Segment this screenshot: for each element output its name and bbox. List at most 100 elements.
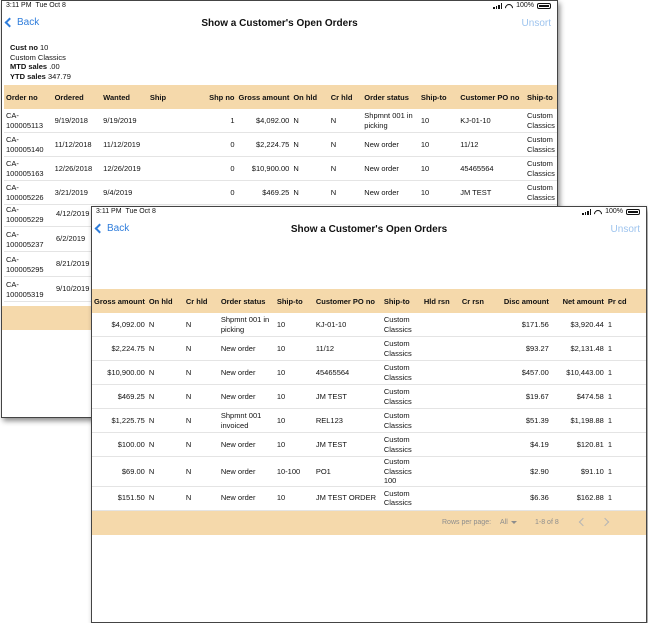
table-row[interactable]: $69.00 N N New order 10-100 PO1 Custom Classic… xyxy=(92,456,646,487)
rows-per-page-select[interactable]: All xyxy=(500,519,517,526)
table-cell: Shpmnt 001 invoiced xyxy=(218,408,275,433)
table-cell: $10,443.00 xyxy=(550,360,606,385)
column-header[interactable]: Order status xyxy=(362,85,419,109)
table-row[interactable]: $151.50 N N New order 10 JM TEST ORDER Custom … xyxy=(92,486,646,511)
unsort-button[interactable]: Unsort xyxy=(522,18,551,29)
table-cell: 11/12 xyxy=(458,132,526,157)
table-cell: 10 xyxy=(274,486,314,511)
column-header[interactable]: Ordered xyxy=(52,85,102,109)
table-row[interactable]: CA-100005163 12/26/2018 12/26/2019 0 $10,900… xyxy=(4,156,557,181)
table-cell: CA-100005295 xyxy=(6,255,44,274)
table-cell: 12/26/2018 xyxy=(52,156,102,181)
table-cell: 6/2/2019 xyxy=(56,234,86,243)
table-cell xyxy=(459,384,493,409)
table-cell: New order xyxy=(218,360,275,385)
column-header[interactable]: Ship-to xyxy=(525,85,557,109)
table-cell: Custom Classics xyxy=(525,109,557,133)
table-cell: N xyxy=(183,360,219,385)
wifi-icon xyxy=(594,209,602,215)
table-cell: JM TEST xyxy=(313,432,382,457)
battery-percent: 100% xyxy=(605,208,623,215)
table-cell: N xyxy=(291,109,329,133)
table-cell: Custom Classics xyxy=(525,132,557,157)
table-cell xyxy=(147,109,191,133)
table-row[interactable]: CA-100005295 8/21/2019 xyxy=(4,252,92,277)
table-row[interactable]: CA-100005113 9/19/2018 9/19/2019 1 $4,092.00… xyxy=(4,109,557,133)
table-row[interactable]: $10,900.00 N N New order 10 45465564 Custom Cl… xyxy=(92,360,646,385)
table-row[interactable]: $4,092.00 N N Shpmnt 001 in picking 10 KJ-01-… xyxy=(92,313,646,337)
column-header[interactable]: Shp no xyxy=(190,85,237,109)
table-cell: $10,900.00 xyxy=(236,156,292,181)
column-header[interactable]: Ship-to xyxy=(274,289,314,313)
battery-icon xyxy=(626,209,640,215)
table-cell: $469.25 xyxy=(92,384,147,409)
table-cell: 1 xyxy=(605,360,646,385)
table-cell: Custom Classics xyxy=(381,360,422,385)
table-cell xyxy=(459,360,493,385)
column-header[interactable]: Cr rsn xyxy=(459,289,493,313)
table-cell: $100.00 xyxy=(92,432,147,457)
table-cell: JM TEST xyxy=(458,180,526,205)
column-header[interactable]: Disc amount xyxy=(492,289,551,313)
table-row[interactable]: CA-100005319 9/10/2019 xyxy=(4,277,92,302)
chevron-left-icon[interactable] xyxy=(578,517,588,527)
wifi-icon xyxy=(505,3,513,9)
table-row[interactable]: CA-100005237 6/2/2019 xyxy=(4,227,92,252)
table-cell: CA-100005229 xyxy=(6,205,44,224)
status-time: 3:11 PM Tue Oct 8 xyxy=(6,2,66,9)
column-header[interactable]: Gross amount xyxy=(236,85,292,109)
table-cell: JM TEST xyxy=(313,384,382,409)
table-cell: $120.81 xyxy=(550,432,606,457)
column-header[interactable]: Customer PO no xyxy=(313,289,382,313)
column-header[interactable]: Ship-to xyxy=(418,85,459,109)
battery-icon xyxy=(537,3,551,9)
column-header[interactable]: Order no xyxy=(4,85,53,109)
column-header[interactable]: Pr cd xyxy=(605,289,646,313)
column-header[interactable]: Gross amount xyxy=(92,289,147,313)
column-header[interactable]: Ship xyxy=(147,85,191,109)
table-cell: 10 xyxy=(274,384,314,409)
table-cell: $1,225.75 xyxy=(92,408,147,433)
table-cell: CA-100005113 xyxy=(4,109,53,133)
table-row[interactable]: $1,225.75 N N Shpmnt 001 invoiced 10 REL123 Cu… xyxy=(92,408,646,433)
table-row[interactable]: $469.25 N N New order 10 JM TEST Custom Classi… xyxy=(92,384,646,409)
column-header[interactable]: Wanted xyxy=(101,85,148,109)
column-header[interactable]: Customer PO no xyxy=(458,85,526,109)
column-header[interactable]: Cr hld xyxy=(328,85,363,109)
status-bar: 3:11 PM Tue Oct 8 100% xyxy=(2,1,557,11)
table-cell: N xyxy=(183,408,219,433)
table-cell: 11/12/2018 xyxy=(52,132,102,157)
table-row[interactable]: $2,224.75 N N New order 10 11/12 Custom Classi… xyxy=(92,336,646,361)
signal-icon xyxy=(582,209,592,215)
table-cell: Custom Classics xyxy=(525,180,557,205)
orders-window-front: 3:11 PM Tue Oct 8 100% Back Show a Custo… xyxy=(91,206,647,623)
table-cell: 1 xyxy=(605,432,646,457)
column-header[interactable]: Net amount xyxy=(550,289,606,313)
column-header[interactable]: Ship-to xyxy=(381,289,422,313)
table-cell: $3,920.44 xyxy=(550,313,606,337)
table-row[interactable]: CA-100005226 3/21/2019 9/4/2019 0 $469.25 N N N… xyxy=(4,180,557,205)
table-cell: N xyxy=(146,432,184,457)
table-row[interactable]: CA-100005229 4/12/2019 xyxy=(4,202,92,227)
column-header[interactable]: On hld xyxy=(146,289,184,313)
table-cell: $93.27 xyxy=(492,336,551,361)
table-row[interactable]: $100.00 N N New order 10 JM TEST Custom Classi… xyxy=(92,432,646,457)
table-cell: N xyxy=(183,486,219,511)
column-header[interactable]: Order status xyxy=(218,289,275,313)
table-cell xyxy=(421,486,460,511)
table-cell: New order xyxy=(362,132,419,157)
column-header[interactable]: On hld xyxy=(291,85,329,109)
table-cell: PO1 xyxy=(313,456,382,487)
table-cell xyxy=(147,180,191,205)
chevron-right-icon[interactable] xyxy=(600,517,610,527)
unsort-button[interactable]: Unsort xyxy=(611,224,640,235)
page-range: 1-8 of 8 xyxy=(535,519,559,526)
table-cell: N xyxy=(328,109,363,133)
column-header[interactable]: Cr hld xyxy=(183,289,219,313)
table-cell xyxy=(147,156,191,181)
column-header[interactable]: Hld rsn xyxy=(421,289,460,313)
table-cell: New order xyxy=(218,336,275,361)
table-cell xyxy=(459,313,493,337)
table-row[interactable]: CA-100005140 11/12/2018 11/12/2019 0 $2,224.… xyxy=(4,132,557,157)
table-cell: CA-100005319 xyxy=(6,280,44,299)
